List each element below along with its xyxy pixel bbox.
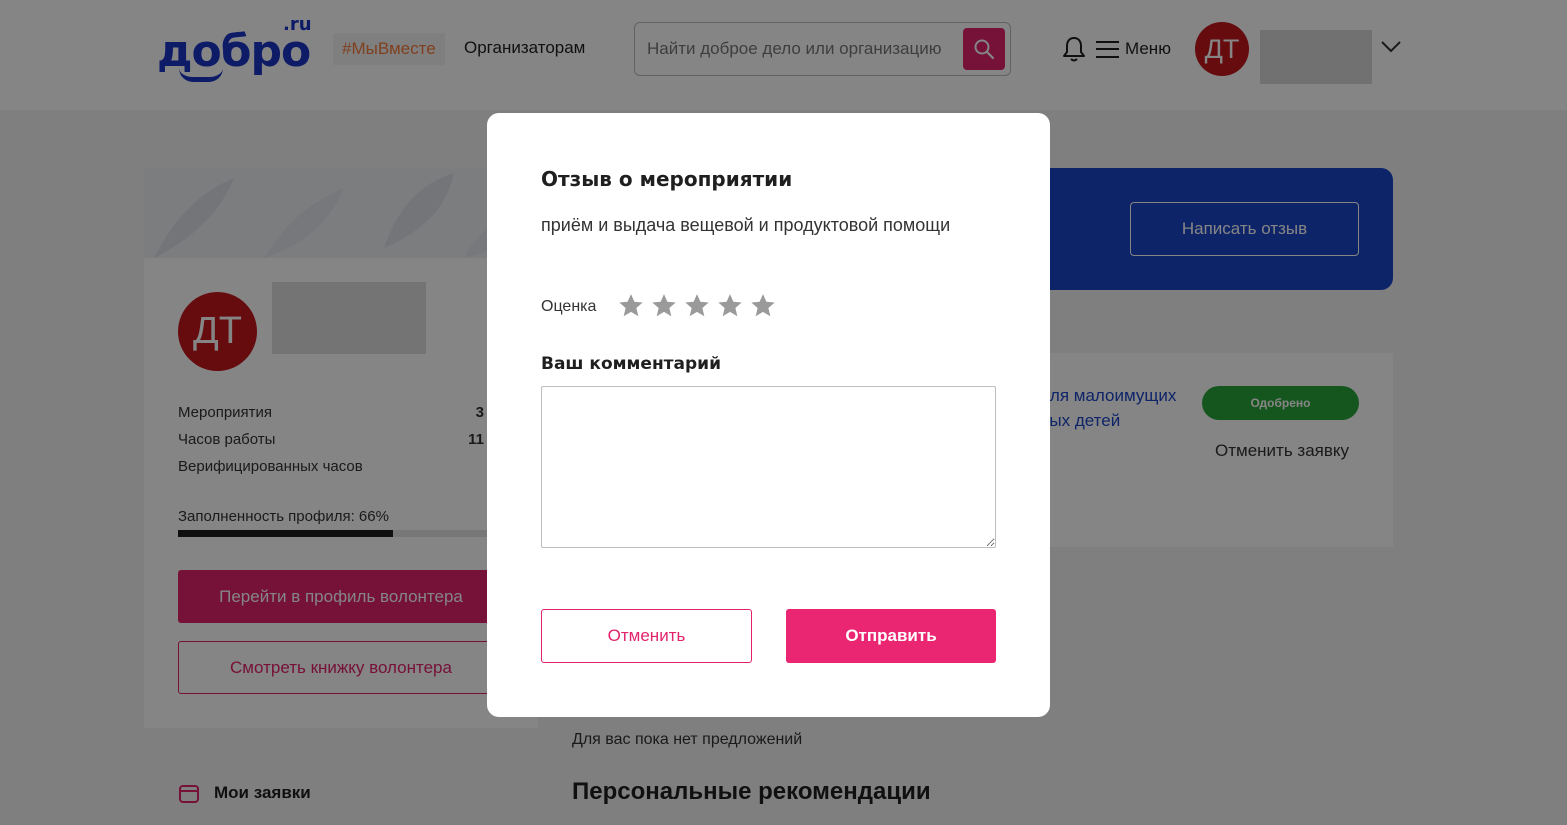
rating-label: Оценка — [541, 298, 597, 315]
star-icon[interactable] — [716, 292, 744, 320]
review-modal: Отзыв о мероприятии приём и выдача вещев… — [487, 113, 1050, 717]
star-icon[interactable] — [617, 292, 645, 320]
submit-button[interactable]: Отправить — [786, 609, 996, 663]
modal-title: Отзыв о мероприятии — [541, 167, 793, 191]
comment-textarea[interactable] — [541, 386, 996, 548]
event-name: приём и выдача вещевой и продуктовой пом… — [541, 215, 951, 235]
cancel-button[interactable]: Отменить — [541, 609, 752, 663]
rating-stars — [617, 292, 777, 320]
star-icon[interactable] — [749, 292, 777, 320]
comment-label: Ваш комментарий — [541, 354, 722, 374]
star-icon[interactable] — [683, 292, 711, 320]
star-icon[interactable] — [650, 292, 678, 320]
